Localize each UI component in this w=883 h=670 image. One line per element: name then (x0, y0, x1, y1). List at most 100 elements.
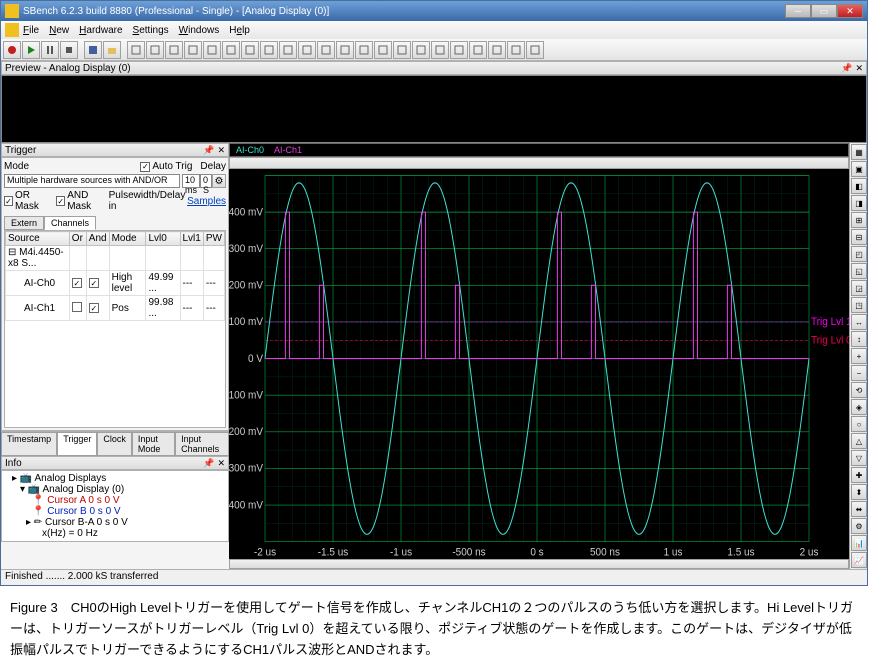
menu-settings[interactable]: Settings (133, 25, 169, 36)
tool-generic-icon[interactable] (374, 41, 392, 59)
sidetool-icon[interactable]: ◧ (851, 178, 867, 194)
menu-file[interactable]: File (23, 25, 39, 36)
tool-generic-icon[interactable] (222, 41, 240, 59)
table-row[interactable]: AI-Ch0 ✓ ✓ High level 49.99 ... --- --- (6, 271, 225, 296)
and-checkbox[interactable]: ✓ (89, 278, 99, 288)
delay-input[interactable]: 0 S (200, 174, 212, 188)
pin-icon[interactable]: 📌 (203, 145, 214, 156)
tab-channels[interactable]: Channels (44, 216, 96, 230)
tool-generic-icon[interactable] (431, 41, 449, 59)
tool-play-icon[interactable] (22, 41, 40, 59)
pin-icon[interactable]: 📌 (203, 458, 214, 469)
tool-save-icon[interactable] (84, 41, 102, 59)
pin-icon[interactable]: 📌 (841, 63, 852, 74)
autotrig-checkbox[interactable]: ✓ (140, 162, 150, 172)
sidetool-icon[interactable]: ◰ (851, 246, 867, 262)
app-menu-icon[interactable] (5, 23, 19, 37)
btab-inputchannels[interactable]: Input Channels (175, 432, 229, 456)
col-pw[interactable]: PW (203, 232, 224, 246)
sidetool-icon[interactable]: − (851, 365, 867, 381)
menu-windows[interactable]: Windows (179, 25, 220, 36)
sidetool-icon[interactable]: + (851, 348, 867, 364)
sidetool-icon[interactable]: ⬌ (851, 501, 867, 517)
sidetool-icon[interactable]: ⬍ (851, 484, 867, 500)
tool-generic-icon[interactable] (507, 41, 525, 59)
trigger-close-icon[interactable]: ✕ (217, 145, 225, 156)
sidetool-icon[interactable]: ⊞ (851, 212, 867, 228)
tool-generic-icon[interactable] (317, 41, 335, 59)
ch0-label[interactable]: AI-Ch0 (236, 145, 264, 155)
table-row[interactable]: AI-Ch1 ✓ Pos 99.98 ... --- --- (6, 296, 225, 321)
sidetool-icon[interactable]: 📈 (851, 552, 867, 568)
tool-generic-icon[interactable] (165, 41, 183, 59)
col-or[interactable]: Or (69, 232, 86, 246)
sidetool-icon[interactable]: ▽ (851, 450, 867, 466)
sidetool-icon[interactable]: ◱ (851, 263, 867, 279)
col-lvl0[interactable]: Lvl0 (146, 232, 180, 246)
col-and[interactable]: And (86, 232, 109, 246)
andmask-checkbox[interactable]: ✓ (56, 196, 65, 206)
tool-generic-icon[interactable] (279, 41, 297, 59)
tool-generic-icon[interactable] (260, 41, 278, 59)
sidetool-icon[interactable]: ◈ (851, 399, 867, 415)
menu-help[interactable]: Help (229, 25, 250, 36)
btab-inputmode[interactable]: Input Mode (132, 432, 175, 456)
ch1-label[interactable]: AI-Ch1 (274, 145, 302, 155)
trigger-source-select[interactable]: Multiple hardware sources with AND/OR (4, 174, 180, 188)
preview-close-icon[interactable]: ✕ (855, 63, 863, 74)
sidetool-icon[interactable]: ⊟ (851, 229, 867, 245)
timeout-input[interactable]: 10 ms (182, 174, 200, 188)
btab-timestamp[interactable]: Timestamp (1, 432, 57, 456)
tab-extern[interactable]: Extern (4, 216, 44, 230)
plot-hscroll-top[interactable] (229, 157, 849, 169)
sidetool-icon[interactable]: ▦ (851, 144, 867, 160)
tool-open-icon[interactable] (103, 41, 121, 59)
sidetool-icon[interactable]: ○ (851, 416, 867, 432)
or-checkbox[interactable]: ✓ (72, 278, 82, 288)
sidetool-icon[interactable]: ▣ (851, 161, 867, 177)
sidetool-icon[interactable]: ◨ (851, 195, 867, 211)
col-lvl1[interactable]: Lvl1 (180, 232, 203, 246)
tool-generic-icon[interactable] (146, 41, 164, 59)
sidetool-icon[interactable]: ◳ (851, 297, 867, 313)
sidetool-icon[interactable]: ✚ (851, 467, 867, 483)
minimize-button[interactable]: ─ (785, 4, 811, 18)
table-row[interactable]: ⊟ M4i.4450-x8 S... (6, 246, 225, 271)
plot-hscroll-bottom[interactable] (229, 559, 849, 569)
tool-generic-icon[interactable] (393, 41, 411, 59)
and-checkbox[interactable]: ✓ (89, 303, 99, 313)
ormask-checkbox[interactable]: ✓ (4, 196, 13, 206)
tool-generic-icon[interactable] (450, 41, 468, 59)
tool-generic-icon[interactable] (412, 41, 430, 59)
delay-settings-icon[interactable]: ⚙ (212, 174, 226, 188)
tool-generic-icon[interactable] (336, 41, 354, 59)
col-mode[interactable]: Mode (109, 232, 146, 246)
col-source[interactable]: Source (6, 232, 70, 246)
maximize-button[interactable]: ▭ (811, 4, 837, 18)
info-close-icon[interactable]: ✕ (217, 458, 225, 469)
tool-generic-icon[interactable] (298, 41, 316, 59)
tool-generic-icon[interactable] (526, 41, 544, 59)
menu-new[interactable]: New (49, 25, 69, 36)
tool-generic-icon[interactable] (127, 41, 145, 59)
tool-generic-icon[interactable] (469, 41, 487, 59)
tool-generic-icon[interactable] (241, 41, 259, 59)
tool-pause-icon[interactable] (41, 41, 59, 59)
close-button[interactable]: ✕ (837, 4, 863, 18)
samples-link[interactable]: Samples (187, 196, 226, 207)
tool-generic-icon[interactable] (203, 41, 221, 59)
sidetool-icon[interactable]: ⟲ (851, 382, 867, 398)
tool-stop-icon[interactable] (60, 41, 78, 59)
tool-generic-icon[interactable] (488, 41, 506, 59)
btab-clock[interactable]: Clock (97, 432, 132, 456)
oscilloscope-plot[interactable]: -400 mV-300 mV-200 mV-100 mV0 V100 mV200… (229, 169, 849, 559)
sidetool-icon[interactable]: △ (851, 433, 867, 449)
sidetool-icon[interactable]: ↕ (851, 331, 867, 347)
sidetool-icon[interactable]: 📊 (851, 535, 867, 551)
sidetool-icon[interactable]: ⚙ (851, 518, 867, 534)
sidetool-icon[interactable]: ↔ (851, 314, 867, 330)
tool-record-icon[interactable] (3, 41, 21, 59)
tool-generic-icon[interactable] (184, 41, 202, 59)
menu-hardware[interactable]: Hardware (79, 25, 122, 36)
sidetool-icon[interactable]: ◲ (851, 280, 867, 296)
